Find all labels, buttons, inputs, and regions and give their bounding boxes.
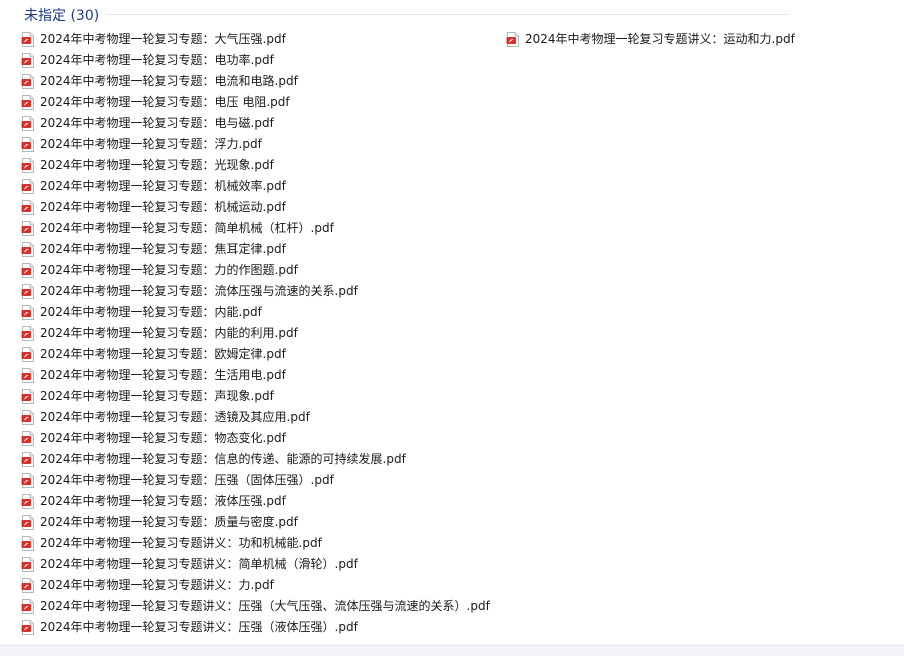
pdf-file-icon — [21, 473, 35, 488]
file-item[interactable]: 2024年中考物理一轮复习专题：电压 电阻.pdf — [21, 92, 490, 113]
pdf-file-icon — [21, 578, 35, 593]
pdf-file-icon — [21, 53, 35, 68]
file-name: 2024年中考物理一轮复习专题：压强（固体压强）.pdf — [40, 473, 334, 487]
file-item[interactable]: 2024年中考物理一轮复习专题：质量与密度.pdf — [21, 512, 490, 533]
file-item[interactable]: 2024年中考物理一轮复习专题：生活用电.pdf — [21, 365, 490, 386]
pdf-file-icon — [21, 179, 35, 194]
file-name: 2024年中考物理一轮复习专题：机械运动.pdf — [40, 200, 286, 214]
file-name: 2024年中考物理一轮复习专题：内能的利用.pdf — [40, 326, 298, 340]
pdf-file-icon — [21, 599, 35, 614]
file-name: 2024年中考物理一轮复习专题：质量与密度.pdf — [40, 515, 298, 529]
file-item[interactable]: 2024年中考物理一轮复习专题：内能.pdf — [21, 302, 490, 323]
pdf-file-icon — [21, 347, 35, 362]
file-name: 2024年中考物理一轮复习专题：物态变化.pdf — [40, 431, 286, 445]
file-item[interactable]: 2024年中考物理一轮复习专题：液体压强.pdf — [21, 491, 490, 512]
file-name: 2024年中考物理一轮复习专题：流体压强与流速的关系.pdf — [40, 284, 358, 298]
file-item[interactable]: 2024年中考物理一轮复习专题：电流和电路.pdf — [21, 71, 490, 92]
file-name: 2024年中考物理一轮复习专题：信息的传递、能源的可持续发展.pdf — [40, 452, 406, 466]
file-list-column-2: 2024年中考物理一轮复习专题讲义：运动和力.pdf — [506, 29, 795, 50]
pdf-file-icon — [21, 410, 35, 425]
pdf-file-icon — [21, 263, 35, 278]
pdf-file-icon — [21, 536, 35, 551]
file-item[interactable]: 2024年中考物理一轮复习专题讲义：力.pdf — [21, 575, 490, 596]
pdf-file-icon — [21, 557, 35, 572]
group-label: 未指定 — [24, 8, 66, 24]
file-item[interactable]: 2024年中考物理一轮复习专题：流体压强与流速的关系.pdf — [21, 281, 490, 302]
pdf-file-icon — [21, 620, 35, 635]
file-name: 2024年中考物理一轮复习专题：电流和电路.pdf — [40, 74, 298, 88]
file-item[interactable]: 2024年中考物理一轮复习专题：电与磁.pdf — [21, 113, 490, 134]
pdf-file-icon — [21, 74, 35, 89]
file-item[interactable]: 2024年中考物理一轮复习专题：焦耳定律.pdf — [21, 239, 490, 260]
pdf-file-icon — [21, 32, 35, 47]
pdf-file-icon — [21, 95, 35, 110]
file-name: 2024年中考物理一轮复习专题讲义：压强（大气压强、流体压强与流速的关系）.pd… — [40, 599, 490, 613]
file-item[interactable]: 2024年中考物理一轮复习专题：物态变化.pdf — [21, 428, 490, 449]
file-name: 2024年中考物理一轮复习专题：光现象.pdf — [40, 158, 274, 172]
pdf-file-icon — [21, 242, 35, 257]
file-item[interactable]: 2024年中考物理一轮复习专题：声现象.pdf — [21, 386, 490, 407]
pdf-file-icon — [21, 284, 35, 299]
file-item[interactable]: 2024年中考物理一轮复习专题讲义：压强（液体压强）.pdf — [21, 617, 490, 638]
file-item[interactable]: 2024年中考物理一轮复习专题：简单机械（杠杆）.pdf — [21, 218, 490, 239]
file-item[interactable]: 2024年中考物理一轮复习专题：机械运动.pdf — [21, 197, 490, 218]
group-title: 未指定 (30) — [24, 5, 99, 25]
file-item[interactable]: 2024年中考物理一轮复习专题讲义：压强（大气压强、流体压强与流速的关系）.pd… — [21, 596, 490, 617]
pdf-file-icon — [21, 305, 35, 320]
file-name: 2024年中考物理一轮复习专题：电压 电阻.pdf — [40, 95, 290, 109]
pdf-file-icon — [21, 200, 35, 215]
file-name: 2024年中考物理一轮复习专题：机械效率.pdf — [40, 179, 286, 193]
file-item[interactable]: 2024年中考物理一轮复习专题讲义：功和机械能.pdf — [21, 533, 490, 554]
file-item[interactable]: 2024年中考物理一轮复习专题：大气压强.pdf — [21, 29, 490, 50]
pdf-file-icon — [21, 368, 35, 383]
bottom-bar — [0, 645, 904, 656]
file-name: 2024年中考物理一轮复习专题：力的作图题.pdf — [40, 263, 298, 277]
pdf-file-icon — [21, 515, 35, 530]
file-name: 2024年中考物理一轮复习专题：生活用电.pdf — [40, 368, 286, 382]
file-name: 2024年中考物理一轮复习专题：液体压强.pdf — [40, 494, 286, 508]
file-item[interactable]: 2024年中考物理一轮复习专题：信息的传递、能源的可持续发展.pdf — [21, 449, 490, 470]
pdf-file-icon — [21, 221, 35, 236]
pdf-file-icon — [21, 116, 35, 131]
file-item[interactable]: 2024年中考物理一轮复习专题：欧姆定律.pdf — [21, 344, 490, 365]
file-name: 2024年中考物理一轮复习专题讲义：压强（液体压强）.pdf — [40, 620, 358, 634]
file-name: 2024年中考物理一轮复习专题：简单机械（杠杆）.pdf — [40, 221, 334, 235]
file-name: 2024年中考物理一轮复习专题：电与磁.pdf — [40, 116, 274, 130]
group-divider — [106, 14, 789, 15]
file-name: 2024年中考物理一轮复习专题讲义：简单机械（滑轮）.pdf — [40, 557, 358, 571]
file-name: 2024年中考物理一轮复习专题讲义：功和机械能.pdf — [40, 536, 322, 550]
file-item[interactable]: 2024年中考物理一轮复习专题：内能的利用.pdf — [21, 323, 490, 344]
file-name: 2024年中考物理一轮复习专题：大气压强.pdf — [40, 32, 286, 46]
file-item[interactable]: 2024年中考物理一轮复习专题：透镜及其应用.pdf — [21, 407, 490, 428]
pdf-file-icon — [21, 326, 35, 341]
file-item[interactable]: 2024年中考物理一轮复习专题讲义：运动和力.pdf — [506, 29, 795, 50]
file-item[interactable]: 2024年中考物理一轮复习专题：机械效率.pdf — [21, 176, 490, 197]
file-name: 2024年中考物理一轮复习专题：声现象.pdf — [40, 389, 274, 403]
file-name: 2024年中考物理一轮复习专题讲义：运动和力.pdf — [525, 32, 795, 46]
file-name: 2024年中考物理一轮复习专题：焦耳定律.pdf — [40, 242, 286, 256]
file-item[interactable]: 2024年中考物理一轮复习专题讲义：简单机械（滑轮）.pdf — [21, 554, 490, 575]
file-name: 2024年中考物理一轮复习专题：电功率.pdf — [40, 53, 274, 67]
pdf-file-icon — [21, 158, 35, 173]
group-count: (30) — [70, 8, 100, 24]
file-name: 2024年中考物理一轮复习专题：浮力.pdf — [40, 137, 262, 151]
pdf-file-icon — [21, 431, 35, 446]
pdf-file-icon — [506, 32, 520, 47]
file-item[interactable]: 2024年中考物理一轮复习专题：电功率.pdf — [21, 50, 490, 71]
file-list-column-1: 2024年中考物理一轮复习专题：大气压强.pdf 2024年中考物理一轮复习专题：… — [21, 29, 490, 638]
file-name: 2024年中考物理一轮复习专题：欧姆定律.pdf — [40, 347, 286, 361]
file-name: 2024年中考物理一轮复习专题：透镜及其应用.pdf — [40, 410, 310, 424]
pdf-file-icon — [21, 389, 35, 404]
file-item[interactable]: 2024年中考物理一轮复习专题：光现象.pdf — [21, 155, 490, 176]
pdf-file-icon — [21, 494, 35, 509]
file-name: 2024年中考物理一轮复习专题讲义：力.pdf — [40, 578, 274, 592]
file-item[interactable]: 2024年中考物理一轮复习专题：浮力.pdf — [21, 134, 490, 155]
file-name: 2024年中考物理一轮复习专题：内能.pdf — [40, 305, 262, 319]
pdf-file-icon — [21, 137, 35, 152]
group-header[interactable]: 未指定 (30) — [24, 4, 789, 26]
file-item[interactable]: 2024年中考物理一轮复习专题：压强（固体压强）.pdf — [21, 470, 490, 491]
pdf-file-icon — [21, 452, 35, 467]
file-item[interactable]: 2024年中考物理一轮复习专题：力的作图题.pdf — [21, 260, 490, 281]
